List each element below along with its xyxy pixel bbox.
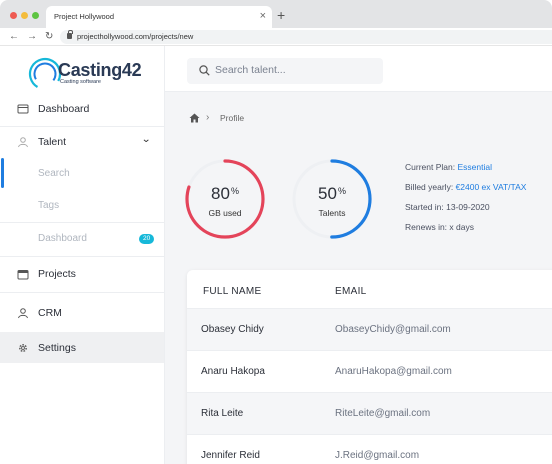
- sidebar-item-tags[interactable]: Tags: [0, 190, 164, 222]
- calendar-icon: [17, 270, 29, 280]
- storage-gauge-value: 80%: [184, 184, 266, 204]
- column-header-full-name[interactable]: FULL NAME: [203, 286, 261, 297]
- search-input[interactable]: [215, 64, 375, 76]
- sidebar-item-label: Dashboard: [38, 103, 90, 115]
- close-icon[interactable]: ×: [260, 9, 266, 23]
- sidebar-item-label: Talent: [38, 136, 67, 148]
- browser-window-icon: [17, 104, 29, 114]
- table-row[interactable]: Rita Leite RiteLeite@gmail.com: [187, 392, 552, 434]
- talent-table: FULL NAME EMAIL Obasey Chidy ObaseyChidy…: [187, 270, 552, 464]
- gear-icon: [18, 343, 28, 353]
- main-content: › Profile 80% GB used 50% Talents Curren…: [165, 46, 552, 464]
- maximize-window-button[interactable]: [32, 12, 39, 19]
- storage-gauge-label: GB used: [208, 208, 242, 218]
- reload-icon[interactable]: ↻: [45, 30, 53, 44]
- cell-full-name: Jennifer Reid: [201, 450, 260, 461]
- chevron-right-icon: ›: [206, 112, 210, 123]
- forward-arrow-icon[interactable]: →: [27, 30, 37, 44]
- count-badge: 20: [139, 234, 155, 244]
- cell-email: AnaruHakopa@gmail.com: [335, 366, 452, 377]
- sidebar-item-talent[interactable]: Talent ⌄: [0, 126, 164, 158]
- browser-tab[interactable]: Project Hollywood ×: [46, 6, 272, 28]
- sidebar-item-label: Search: [38, 168, 70, 179]
- new-tab-icon[interactable]: +: [277, 7, 285, 23]
- percent-sign: %: [337, 186, 346, 196]
- talents-gauge-number: 50: [318, 184, 337, 203]
- browser-toolbar: ← → ↻ projecthollywood.com/projects/new: [0, 28, 552, 46]
- cell-full-name: Obasey Chidy: [201, 324, 264, 335]
- percent-sign: %: [230, 186, 239, 196]
- billing: Billed yearly: €2400 ex VAT/TAX: [405, 182, 526, 202]
- table-row[interactable]: Anaru Hakopa AnaruHakopa@gmail.com: [187, 350, 552, 392]
- sidebar-item-dashboard[interactable]: Dashboard: [0, 93, 164, 125]
- current-plan-value[interactable]: Essential: [457, 162, 492, 172]
- start-date: Started in: 13-09-2020: [405, 202, 490, 212]
- talents-gauge: 50% Talents: [291, 158, 373, 240]
- table-row[interactable]: Jennifer Reid J.Reid@gmail.com: [187, 434, 552, 464]
- divider: [0, 256, 164, 257]
- storage-gauge-number: 80: [211, 184, 230, 203]
- sidebar-item-search[interactable]: Search: [0, 158, 164, 190]
- current-plan-label: Current Plan:: [405, 162, 456, 172]
- sidebar-item-label: Dashboard: [38, 233, 87, 244]
- cell-full-name: Anaru Hakopa: [201, 366, 265, 377]
- storage-gauge: 80% GB used: [184, 158, 266, 240]
- sidebar-item-label: Settings: [38, 342, 76, 354]
- sidebar-item-label: Tags: [38, 200, 60, 211]
- column-header-email[interactable]: EMAIL: [335, 286, 367, 297]
- search-box[interactable]: [187, 58, 383, 84]
- talents-gauge-label: Talents: [318, 208, 346, 218]
- billing-label: Billed yearly:: [405, 182, 454, 192]
- sidebar-item-label: CRM: [38, 307, 62, 319]
- lock-icon: [67, 30, 73, 39]
- back-arrow-icon[interactable]: ←: [9, 30, 19, 44]
- table-row[interactable]: Obasey Chidy ObaseyChidy@gmail.com: [187, 308, 552, 350]
- close-window-button[interactable]: [10, 12, 17, 19]
- cell-full-name: Rita Leite: [201, 408, 244, 419]
- sidebar: Casting42 Casting software Dashboard Tal…: [0, 46, 165, 464]
- chevron-down-icon[interactable]: ⌄: [141, 134, 151, 145]
- search-icon: [199, 65, 210, 76]
- logo-icon: [28, 57, 62, 91]
- logo[interactable]: Casting42 Casting software: [28, 55, 148, 91]
- billing-value: €2400 ex VAT/TAX: [455, 182, 527, 192]
- sidebar-item-crm[interactable]: CRM: [0, 297, 164, 329]
- url-text: projecthollywood.com/projects/new: [77, 32, 194, 41]
- sidebar-item-settings[interactable]: Settings: [0, 332, 164, 363]
- browser-tab-bar: Project Hollywood × +: [0, 0, 552, 28]
- top-bar: [165, 46, 552, 92]
- logo-text: Casting42: [58, 60, 142, 80]
- sidebar-item-label: Projects: [38, 268, 76, 280]
- sidebar-item-talent-dashboard[interactable]: Dashboard 20: [0, 223, 164, 255]
- cell-email: RiteLeite@gmail.com: [335, 408, 431, 419]
- logo-subtitle: Casting software: [60, 79, 101, 85]
- address-bar[interactable]: projecthollywood.com/projects/new: [60, 30, 552, 44]
- sidebar-item-projects[interactable]: Projects: [0, 258, 164, 290]
- user-icon: [18, 137, 28, 148]
- current-plan: Current Plan: Essential: [405, 162, 526, 182]
- tab-title: Project Hollywood: [54, 12, 115, 21]
- user-icon: [18, 308, 28, 319]
- talents-gauge-value: 50%: [291, 184, 373, 204]
- plan-info: Current Plan: Essential Billed yearly: €…: [405, 162, 526, 242]
- cell-email: J.Reid@gmail.com: [335, 450, 420, 461]
- breadcrumb-current: Profile: [220, 113, 245, 123]
- renewal-info: Renews in: x days: [405, 222, 474, 232]
- minimize-window-button[interactable]: [21, 12, 28, 19]
- cell-email: ObaseyChidy@gmail.com: [335, 324, 451, 335]
- home-icon[interactable]: [189, 113, 200, 123]
- divider: [0, 292, 164, 293]
